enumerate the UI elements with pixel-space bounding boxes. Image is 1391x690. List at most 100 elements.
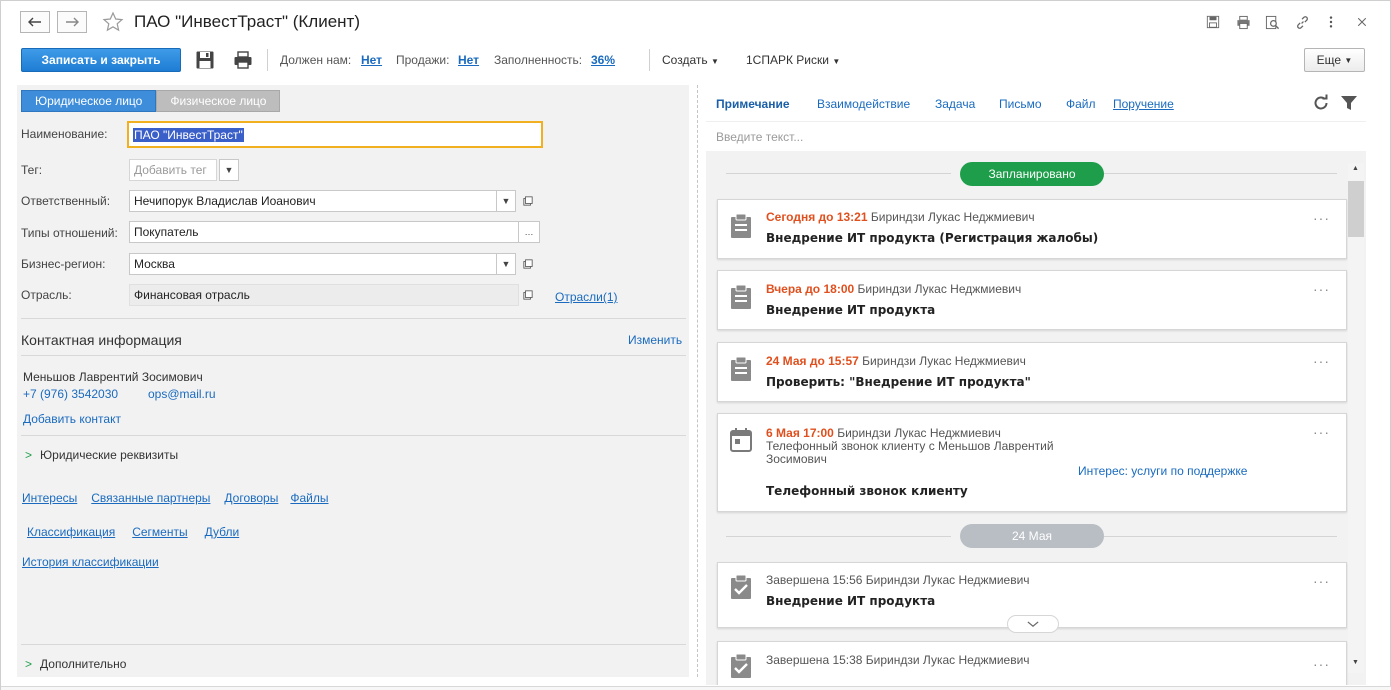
- task-title: Проверить: "Внедрение ИТ продукта": [766, 375, 1031, 389]
- interests-link[interactable]: Интересы: [22, 491, 77, 505]
- tag-input[interactable]: Добавить тег: [129, 159, 217, 181]
- more-horizontal-icon[interactable]: ···: [1313, 353, 1330, 369]
- completed-task-card[interactable]: Завершена 15:38 Бириндзи Лукас Неджмиеви…: [717, 641, 1347, 685]
- more-vertical-icon[interactable]: [1322, 13, 1340, 31]
- tab-assignment[interactable]: Поручение: [1113, 97, 1174, 111]
- sales-value-link[interactable]: Нет: [458, 53, 479, 67]
- divider: [21, 355, 686, 356]
- more-horizontal-icon[interactable]: ···: [1313, 281, 1330, 297]
- tab-note[interactable]: Примечание: [716, 97, 790, 111]
- tag-dropdown-button[interactable]: ▼: [219, 159, 239, 181]
- preview-search-icon[interactable]: [1263, 13, 1281, 31]
- close-icon[interactable]: [1353, 13, 1371, 31]
- links-row-2: Классификация Сегменты Дубли: [27, 525, 239, 539]
- name-field[interactable]: ПАО "ИнвестТраст": [127, 121, 543, 148]
- toolbar-separator: [267, 49, 268, 71]
- chevron-right-icon: >: [25, 657, 33, 671]
- panel-splitter[interactable]: [697, 85, 698, 677]
- tab-interaction[interactable]: Взаимодействие: [817, 97, 910, 111]
- timeline-scrollbar[interactable]: ▲ ▼: [1348, 163, 1364, 673]
- fill-value-link[interactable]: 36%: [591, 53, 615, 67]
- triangle-down-icon: ▼: [224, 165, 234, 175]
- divider: [1104, 173, 1337, 174]
- owes-value-link[interactable]: Нет: [361, 53, 382, 67]
- save-and-close-button[interactable]: Записать и закрыть: [21, 48, 181, 72]
- call-card[interactable]: 6 Мая 17:00 Бириндзи Лукас Неджмиевич Те…: [717, 413, 1347, 512]
- back-button[interactable]: [20, 11, 50, 33]
- spark-risks-menu[interactable]: 1СПАРК Риски ▼: [746, 53, 840, 67]
- relation-types-field[interactable]: Покупатель: [129, 221, 519, 243]
- tab-legal-entity[interactable]: Юридическое лицо: [21, 90, 157, 112]
- contact-info-header: Контактная информация: [21, 332, 182, 348]
- duplicates-link[interactable]: Дубли: [205, 525, 240, 539]
- more-horizontal-icon[interactable]: ···: [1313, 424, 1330, 440]
- planned-group-pill[interactable]: Запланировано: [960, 162, 1104, 186]
- save-icon[interactable]: [194, 49, 216, 71]
- responsible-dropdown-button[interactable]: ▼: [496, 190, 516, 212]
- forward-button[interactable]: [57, 11, 87, 33]
- additional-group[interactable]: > Дополнительно: [25, 657, 126, 671]
- link-icon[interactable]: [1293, 13, 1311, 31]
- relation-types-label: Типы отношений:: [21, 226, 118, 240]
- open-icon[interactable]: [518, 190, 538, 212]
- contracts-link[interactable]: Договоры: [224, 491, 278, 505]
- classification-history-link[interactable]: История классификации: [22, 555, 159, 569]
- task-due: 24 Мая до 15:57: [766, 354, 859, 368]
- business-region-field[interactable]: Москва: [129, 253, 497, 275]
- more-horizontal-icon[interactable]: ···: [1313, 210, 1330, 226]
- chevron-down-icon: [1027, 620, 1039, 627]
- spark-menu-label: 1СПАРК Риски: [746, 53, 829, 67]
- contact-email-link[interactable]: ops@mail.ru: [148, 387, 216, 401]
- classification-link[interactable]: Классификация: [27, 525, 115, 539]
- tag-label: Тег:: [21, 163, 43, 177]
- scroll-down-icon[interactable]: ▼: [1352, 659, 1359, 666]
- region-dropdown-button[interactable]: ▼: [496, 253, 516, 275]
- date-group-pill[interactable]: 24 Мая: [960, 524, 1104, 548]
- window-title: ПАО "ИнвестТраст" (Клиент): [134, 12, 361, 31]
- create-menu[interactable]: Создать ▼: [662, 53, 719, 67]
- open-icon[interactable]: [518, 284, 538, 306]
- more-horizontal-icon[interactable]: ···: [1313, 656, 1330, 672]
- filter-icon[interactable]: [1340, 94, 1358, 112]
- scrollbar-thumb[interactable]: [1348, 181, 1364, 237]
- open-icon[interactable]: [518, 253, 538, 275]
- interest-link[interactable]: Интерес: услуги по поддержке: [1078, 464, 1247, 478]
- tab-individual[interactable]: Физическое лицо: [156, 90, 281, 112]
- print-icon[interactable]: [232, 49, 254, 71]
- task-card[interactable]: 24 Мая до 15:57 Бириндзи Лукас Неджмиеви…: [717, 342, 1347, 402]
- task-due: Сегодня до 13:21: [766, 210, 868, 224]
- name-value: ПАО "ИнвестТраст": [133, 127, 244, 142]
- add-contact-link[interactable]: Добавить контакт: [23, 412, 121, 426]
- call-subtitle-cont: Зосимович: [766, 452, 827, 466]
- edit-contact-link[interactable]: Изменить: [628, 333, 682, 347]
- refresh-icon[interactable]: [1312, 94, 1330, 112]
- save-disk-icon[interactable]: [1204, 13, 1222, 31]
- task-card[interactable]: Сегодня до 13:21 Бириндзи Лукас Неджмиев…: [717, 199, 1347, 259]
- files-link[interactable]: Файлы: [290, 491, 328, 505]
- call-title: Телефонный звонок клиенту: [766, 484, 968, 498]
- links-row-1: Интересы Связанные партнеры Договоры Фай…: [22, 491, 329, 505]
- print-icon[interactable]: [1234, 13, 1252, 31]
- more-button[interactable]: Еще ▼: [1304, 48, 1365, 72]
- scroll-up-icon[interactable]: ▲: [1352, 165, 1359, 172]
- completed-task-card[interactable]: Завершена 15:56 Бириндзи Лукас Неджмиеви…: [717, 562, 1347, 633]
- related-partners-link[interactable]: Связанные партнеры: [91, 491, 210, 505]
- entity-type-tabs: Юридическое лицо Физическое лицо: [21, 90, 281, 112]
- task-card[interactable]: Вчера до 18:00 Бириндзи Лукас Неджмиевич…: [717, 270, 1347, 330]
- expand-button[interactable]: [1007, 615, 1059, 633]
- responsible-field[interactable]: Нечипорук Владислав Иоанович: [129, 190, 497, 212]
- triangle-down-icon: ▼: [501, 196, 511, 206]
- segments-link[interactable]: Сегменты: [132, 525, 187, 539]
- industries-link[interactable]: Отрасли(1): [555, 290, 618, 304]
- divider: [21, 318, 686, 319]
- legal-details-group[interactable]: > Юридические реквизиты: [25, 448, 178, 462]
- tab-letter[interactable]: Письмо: [999, 97, 1042, 111]
- contact-person: Меньшов Лаврентий Зосимович: [23, 370, 203, 384]
- relation-types-select-button[interactable]: …: [518, 221, 540, 243]
- note-input[interactable]: Введите текст...: [706, 121, 1366, 151]
- favorite-star-icon[interactable]: [102, 11, 124, 33]
- tab-task[interactable]: Задача: [935, 97, 975, 111]
- contact-phone-link[interactable]: +7 (976) 3542030: [23, 387, 118, 401]
- tab-file[interactable]: Файл: [1066, 97, 1096, 111]
- more-horizontal-icon[interactable]: ···: [1313, 573, 1330, 589]
